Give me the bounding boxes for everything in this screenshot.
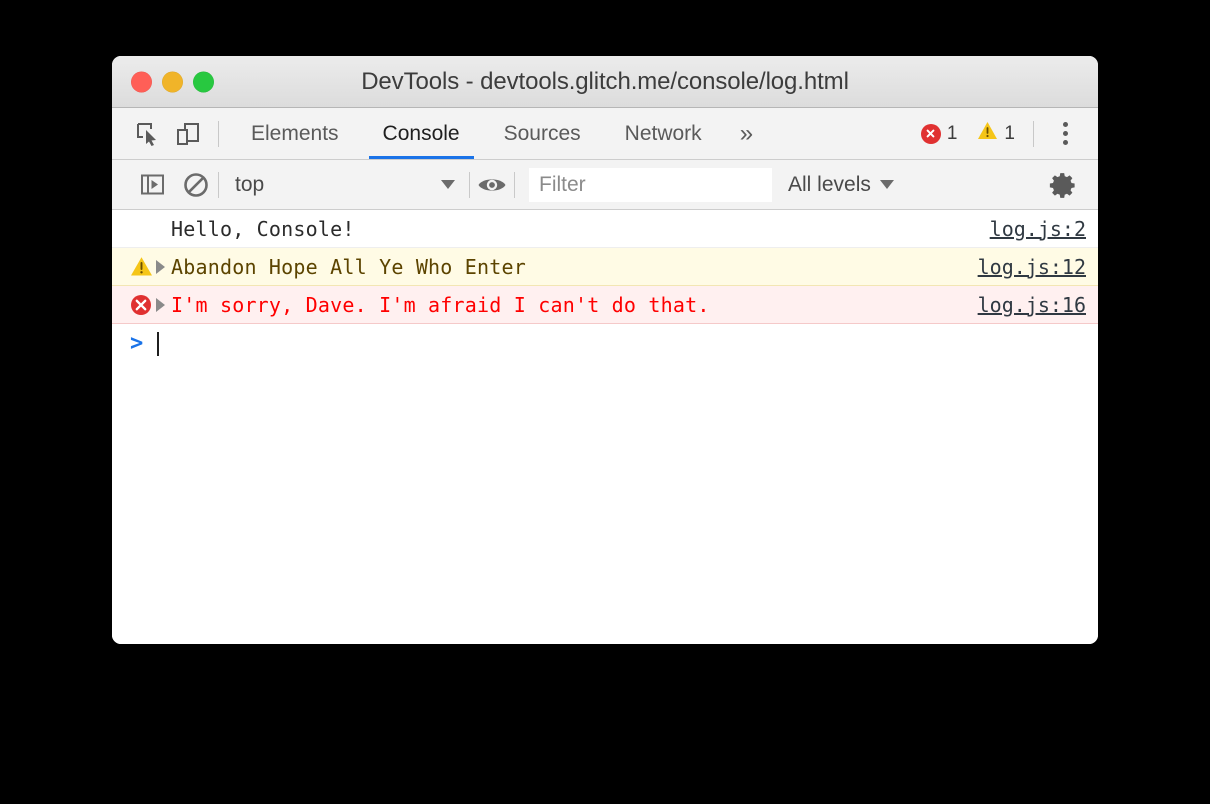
tab-console[interactable]: Console bbox=[361, 108, 482, 159]
maximize-window-button[interactable] bbox=[193, 71, 214, 92]
window-titlebar: DevTools - devtools.glitch.me/console/lo… bbox=[112, 56, 1098, 108]
error-circle-icon bbox=[126, 294, 156, 316]
issue-counters: 1 1 bbox=[920, 120, 1034, 147]
execution-context-value: top bbox=[235, 172, 265, 196]
minimize-window-button[interactable] bbox=[162, 71, 183, 92]
console-message-source-link[interactable]: log.js:16 bbox=[978, 293, 1086, 317]
devtools-window: DevTools - devtools.glitch.me/console/lo… bbox=[112, 56, 1098, 644]
error-circle-icon[interactable] bbox=[920, 123, 941, 144]
traffic-lights bbox=[131, 71, 214, 92]
counters-divider bbox=[1033, 120, 1034, 147]
error-count[interactable]: 1 bbox=[947, 123, 958, 145]
tab-sources[interactable]: Sources bbox=[482, 108, 603, 159]
chevron-down-icon bbox=[879, 180, 894, 189]
warning-triangle-icon bbox=[126, 256, 156, 277]
tabbar-divider bbox=[218, 120, 219, 147]
console-prompt-row[interactable]: > bbox=[112, 324, 1098, 364]
devtools-tabbar: Elements Console Sources Network » 1 1 bbox=[112, 108, 1098, 160]
filter-input[interactable] bbox=[529, 167, 772, 202]
inspect-element-icon[interactable] bbox=[128, 114, 168, 154]
console-message-text: Hello, Console! bbox=[171, 216, 355, 241]
console-message-source-link[interactable]: log.js:12 bbox=[978, 255, 1086, 279]
log-level-select[interactable]: All levels bbox=[788, 173, 894, 197]
console-toolbar: top All levels bbox=[112, 160, 1098, 210]
tab-list: Elements Console Sources Network » bbox=[229, 108, 769, 159]
tab-elements[interactable]: Elements bbox=[229, 108, 361, 159]
kebab-menu-icon[interactable] bbox=[1048, 117, 1082, 151]
clear-console-icon[interactable] bbox=[174, 165, 218, 205]
screenshot-root: DevTools - devtools.glitch.me/console/lo… bbox=[0, 0, 1210, 804]
console-message-source-link[interactable]: log.js:2 bbox=[990, 217, 1086, 241]
close-window-button[interactable] bbox=[131, 71, 152, 92]
expand-arrow-icon[interactable] bbox=[156, 297, 165, 312]
execution-context-select[interactable]: top bbox=[219, 173, 469, 197]
chevron-down-icon bbox=[441, 180, 455, 189]
console-message-list[interactable]: Hello, Console! log.js:2 Abandon Hope Al… bbox=[112, 210, 1098, 644]
tab-network[interactable]: Network bbox=[603, 108, 724, 159]
console-sidebar-toggle-icon[interactable] bbox=[130, 165, 174, 205]
expand-arrow-icon[interactable] bbox=[156, 259, 165, 274]
console-message-warning[interactable]: Abandon Hope All Ye Who Enter log.js:12 bbox=[112, 248, 1098, 286]
gear-icon[interactable] bbox=[1044, 166, 1082, 204]
console-message-error[interactable]: I'm sorry, Dave. I'm afraid I can't do t… bbox=[112, 286, 1098, 324]
log-level-value: All levels bbox=[788, 172, 871, 196]
device-toolbar-icon[interactable] bbox=[168, 114, 208, 154]
toolbar-divider-3 bbox=[514, 171, 515, 198]
warning-triangle-icon[interactable] bbox=[977, 121, 998, 146]
more-tabs-chevron-icon[interactable]: » bbox=[724, 121, 769, 146]
console-message-text: Abandon Hope All Ye Who Enter bbox=[171, 254, 526, 279]
console-message-log[interactable]: Hello, Console! log.js:2 bbox=[112, 210, 1098, 248]
text-cursor bbox=[157, 332, 159, 356]
window-title: DevTools - devtools.glitch.me/console/lo… bbox=[361, 67, 849, 95]
warning-count[interactable]: 1 bbox=[1004, 123, 1015, 145]
prompt-chevron-icon: > bbox=[130, 331, 144, 356]
console-message-text: I'm sorry, Dave. I'm afraid I can't do t… bbox=[171, 292, 710, 317]
live-expression-eye-icon[interactable] bbox=[470, 165, 514, 205]
